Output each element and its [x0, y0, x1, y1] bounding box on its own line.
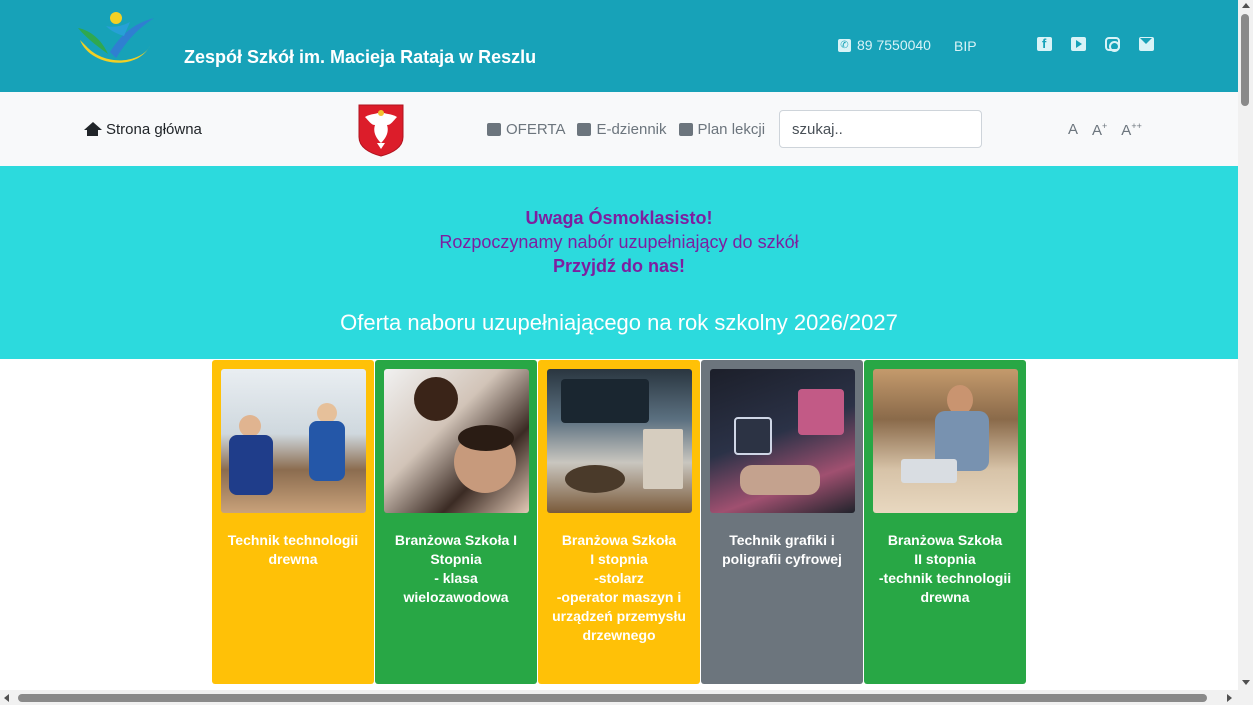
program-label: Technik grafiki i poligrafii cyfrowej — [722, 532, 842, 567]
program-card[interactable]: Branżowa Szkoła I stopnia -stolarz -oper… — [538, 360, 700, 684]
font-size-largest-sup: ++ — [1131, 121, 1142, 131]
program-card[interactable]: Branżowa Szkoła I Stopnia - klasa wieloz… — [375, 360, 537, 684]
horizontal-scroll-thumb[interactable] — [18, 694, 1207, 702]
program-photo — [221, 369, 366, 513]
scroll-up-arrow-icon[interactable] — [1242, 3, 1250, 8]
social-links — [1037, 36, 1154, 52]
nav-home-label: Strona główna — [106, 121, 202, 138]
font-size-largest-letter: A — [1121, 122, 1132, 139]
banner-call-to-action: Przyjdź do nas! — [552, 256, 686, 276]
font-size-normal[interactable]: A — [1068, 121, 1078, 139]
program-card[interactable]: Technik grafiki i poligrafii cyfrowej — [701, 360, 863, 684]
vertical-scrollbar[interactable] — [1238, 0, 1253, 705]
offer-title: Oferta naboru uzupełniającego na rok szk… — [340, 310, 898, 335]
scroll-left-arrow-icon[interactable] — [4, 694, 9, 702]
map-icon — [678, 123, 693, 136]
top-header: Zespół Szkół im. Macieja Rataja w Reszlu… — [0, 0, 1238, 92]
nav-links: OFERTA E-dziennik Plan lekcji — [487, 121, 765, 138]
banner-subheadline: Rozpoczynamy nabór uzupełniający do szkó… — [439, 232, 799, 252]
program-photo — [547, 369, 692, 513]
banner-headline: Uwaga Ósmoklasisto! — [525, 208, 713, 228]
instagram-icon[interactable] — [1105, 37, 1120, 52]
program-card[interactable]: Technik technologii drewna — [212, 360, 374, 684]
page-viewport: Zespół Szkół im. Macieja Rataja w Reszlu… — [0, 0, 1238, 690]
recruitment-banner: Uwaga Ósmoklasisto! Rozpoczynamy nabór u… — [0, 166, 1238, 359]
nav-schedule-label: Plan lekcji — [697, 121, 766, 138]
program-label: Technik technologii drewna — [227, 532, 359, 567]
scroll-down-arrow-icon[interactable] — [1242, 680, 1250, 685]
nav-home-link[interactable]: Strona główna — [84, 121, 202, 138]
horizontal-scrollbar[interactable] — [0, 690, 1238, 705]
bip-link[interactable]: BIP — [954, 38, 977, 54]
program-photo — [384, 369, 529, 513]
polish-emblem[interactable] — [357, 103, 405, 157]
phone-icon: ✆ — [838, 38, 851, 52]
font-size-largest[interactable]: A++ — [1121, 121, 1142, 139]
vertical-scroll-thumb[interactable] — [1241, 14, 1249, 106]
program-card[interactable]: Branżowa Szkoła II stopnia -technik tech… — [864, 360, 1026, 684]
phone-number: 89 7550040 — [857, 37, 931, 53]
nav-offer-label: OFERTA — [506, 121, 566, 138]
search-input[interactable] — [779, 110, 982, 148]
scroll-right-arrow-icon[interactable] — [1227, 694, 1232, 702]
site-title[interactable]: Zespół Szkół im. Macieja Rataja w Reszlu — [184, 47, 536, 68]
phone-contact[interactable]: ✆ 89 7550040 — [838, 37, 931, 53]
program-label: Branżowa Szkoła I Stopnia - klasa wieloz… — [394, 532, 518, 605]
program-photo — [710, 369, 855, 513]
program-label: Branżowa Szkoła I stopnia -stolarz -oper… — [552, 532, 686, 643]
font-size-larger-letter: A — [1092, 122, 1103, 139]
main-navbar: Strona główna OFERTA E-dziennik Plan lek… — [0, 92, 1238, 166]
school-logo[interactable] — [76, 6, 156, 72]
nav-offer-link[interactable]: OFERTA — [487, 121, 565, 138]
youtube-icon[interactable] — [1071, 37, 1086, 51]
facebook-icon[interactable] — [1037, 36, 1052, 51]
font-size-controls: A A+ A++ — [1068, 121, 1142, 139]
envelope-icon[interactable] — [1139, 37, 1154, 51]
program-label: Branżowa Szkoła II stopnia -technik tech… — [878, 532, 1012, 605]
home-icon — [84, 122, 102, 137]
program-photo — [873, 369, 1018, 513]
nav-schedule-link[interactable]: Plan lekcji — [678, 121, 766, 138]
users-icon — [577, 123, 592, 136]
font-size-larger[interactable]: A+ — [1092, 121, 1107, 139]
nav-ediary-label: E-dziennik — [596, 121, 667, 138]
font-size-larger-sup: + — [1102, 121, 1108, 131]
nav-ediary-link[interactable]: E-dziennik — [577, 121, 667, 138]
program-cards: Technik technologii drewna Branżowa Szko… — [212, 360, 1026, 684]
layers-icon — [487, 123, 501, 136]
